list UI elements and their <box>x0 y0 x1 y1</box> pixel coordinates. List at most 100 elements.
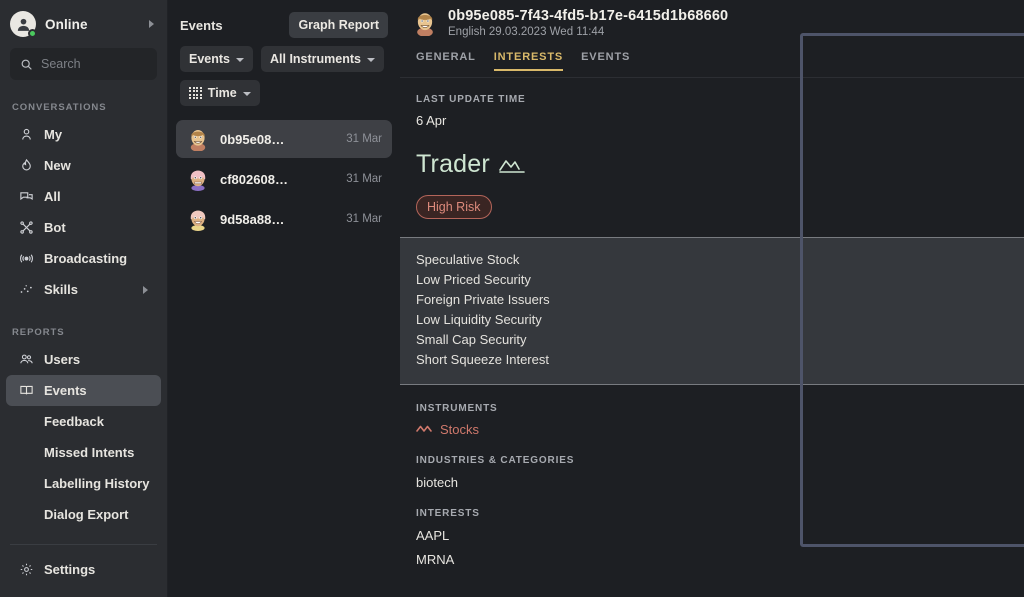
last-update-value: 6 Apr <box>416 113 447 128</box>
list-item: Small Cap Security <box>416 332 527 347</box>
filter-events-dropdown[interactable]: Events <box>180 46 253 72</box>
sidebar-item-my[interactable]: My <box>6 119 161 150</box>
sidebar-item-broadcasting[interactable]: Broadcasting <box>6 243 161 274</box>
sidebar-item-label: Bot <box>44 220 66 235</box>
sidebar-item-label: Feedback <box>44 414 104 429</box>
sidebar-item-dialog-export[interactable]: Dialog Export <box>6 499 161 530</box>
caret-right-icon[interactable] <box>143 285 148 294</box>
filter-instruments-dropdown[interactable]: All Instruments <box>261 46 384 72</box>
profile-row[interactable]: Online <box>0 4 167 44</box>
detail-tabs: GENERAL INTERESTS EVENTS <box>400 51 1024 77</box>
list-item[interactable]: cf802608… 31 Mar <box>176 160 392 198</box>
person-icon <box>18 127 34 142</box>
book-icon <box>18 383 34 398</box>
events-list: 0b95e08… 31 Mar cf802608… 31 Mar 9d58a88… <box>168 120 400 238</box>
online-status-dot <box>28 29 37 38</box>
sidebar-item-label: My <box>44 127 63 142</box>
sidebar-item-settings[interactable]: Settings <box>6 554 161 585</box>
tab-events[interactable]: EVENTS <box>581 51 630 71</box>
filter-label: All Instruments <box>270 52 361 66</box>
list-item: Short Squeeze Interest <box>416 352 549 367</box>
detail-header: 0b95e085-7f43-4fd5-b17e-6415d1b68660 Eng… <box>400 0 1024 46</box>
list-item-label: cf802608… <box>220 171 288 187</box>
sidebar-item-label: Broadcasting <box>44 251 128 266</box>
persona-name: Trader <box>416 150 490 178</box>
sidebar-item-labelling-history[interactable]: Labelling History <box>6 468 161 499</box>
broadcast-icon <box>18 251 34 266</box>
detail-subtitle: English 29.03.2023 Wed 11:44 <box>448 26 605 38</box>
sidebar-item-label: Labelling History <box>44 476 150 491</box>
sidebar-item-label: Events <box>44 383 87 398</box>
sidebar: Online CONVERSATIONS My New All Bot Broa… <box>0 0 168 597</box>
interest-tags-panel: Speculative Stock Low Priced Security Fo… <box>400 237 1024 385</box>
conversations-section-label: CONVERSATIONS <box>12 102 107 113</box>
sidebar-item-new[interactable]: New <box>6 150 161 181</box>
tab-interests[interactable]: INTERESTS <box>493 51 564 71</box>
people-icon <box>18 352 34 367</box>
interest-item: AAPL <box>416 528 450 543</box>
graph-report-button[interactable]: Graph Report <box>289 12 388 38</box>
page-title: 0b95e085-7f43-4fd5-b17e-6415d1b68660 <box>448 8 729 24</box>
sidebar-item-skills[interactable]: Skills <box>6 274 161 305</box>
chevron-down-icon <box>236 58 244 62</box>
caret-right-icon[interactable] <box>149 20 154 28</box>
industry-item: biotech <box>416 475 458 490</box>
tab-general[interactable]: GENERAL <box>416 51 476 71</box>
interests-label: INTERESTS <box>416 508 480 519</box>
chat-bubbles-icon <box>18 189 34 204</box>
last-update-label: LAST UPDATE TIME <box>416 94 526 105</box>
filter-label: Events <box>189 52 230 66</box>
sidebar-item-label: New <box>44 158 71 173</box>
grid-dots-icon <box>189 86 202 100</box>
instruments-label: INSTRUMENTS <box>416 403 498 414</box>
sidebar-item-label: All <box>44 189 61 204</box>
sidebar-item-missed-intents[interactable]: Missed Intents <box>6 437 161 468</box>
instruments-section: INSTRUMENTS Stocks <box>400 403 1024 437</box>
list-item[interactable]: 0b95e08… 31 Mar <box>176 120 392 158</box>
settings-section: Settings <box>0 554 167 597</box>
filter-label: Time <box>207 86 237 100</box>
sidebar-item-label: Dialog Export <box>44 507 129 522</box>
sidebar-item-feedback[interactable]: Feedback <box>6 406 161 437</box>
reports-section-label: REPORTS <box>12 327 65 338</box>
list-item: Foreign Private Issuers <box>416 292 550 307</box>
trend-line-icon <box>416 425 432 432</box>
sidebar-item-all[interactable]: All <box>6 181 161 212</box>
events-panel-title: Events <box>180 17 223 33</box>
sidebar-item-label: Skills <box>44 282 78 297</box>
sidebar-item-events[interactable]: Events <box>6 375 161 406</box>
list-item-label: 9d58a88… <box>220 211 285 227</box>
list-item-date: 31 Mar <box>346 133 382 145</box>
interests-section: INTERESTS AAPL MRNA <box>400 508 1024 567</box>
instrument-item: Stocks <box>400 422 1024 437</box>
sidebar-item-users[interactable]: Users <box>6 344 161 375</box>
list-item[interactable]: 9d58a88… 31 Mar <box>176 200 392 238</box>
sidebar-item-label: Missed Intents <box>44 445 135 460</box>
list-item: Low Priced Security <box>416 272 531 287</box>
user-avatar-icon <box>10 11 37 38</box>
app-root: Online CONVERSATIONS My New All Bot Broa… <box>0 0 1024 597</box>
list-item-date: 31 Mar <box>346 173 382 185</box>
sidebar-item-bot[interactable]: Bot <box>6 212 161 243</box>
events-list-panel: Events Graph Report Events All Instrumen… <box>168 0 400 597</box>
sidebar-item-label: Settings <box>44 562 96 577</box>
avatar <box>190 210 206 231</box>
search-box[interactable] <box>10 48 157 80</box>
sidebar-item-label: Users <box>44 352 81 367</box>
flame-icon <box>18 158 34 173</box>
avatar <box>417 13 433 36</box>
instrument-label: Stocks <box>440 422 480 437</box>
list-item-date: 31 Mar <box>346 213 382 225</box>
interest-item: MRNA <box>416 552 455 567</box>
detail-panel: 0b95e085-7f43-4fd5-b17e-6415d1b68660 Eng… <box>400 0 1024 597</box>
industries-label: INDUSTRIES & CATEGORIES <box>416 455 575 466</box>
status-badge: High Risk <box>416 195 492 219</box>
chevron-down-icon <box>367 58 375 62</box>
list-item-label: 0b95e08… <box>220 131 285 147</box>
filter-time-dropdown[interactable]: Time <box>180 80 260 106</box>
avatar <box>190 170 206 191</box>
search-input[interactable] <box>41 57 147 71</box>
list-item: Low Liquidity Security <box>416 312 542 327</box>
gear-icon <box>18 562 34 577</box>
detail-body: LAST UPDATE TIME 6 Apr Trader High Risk … <box>400 78 1024 597</box>
